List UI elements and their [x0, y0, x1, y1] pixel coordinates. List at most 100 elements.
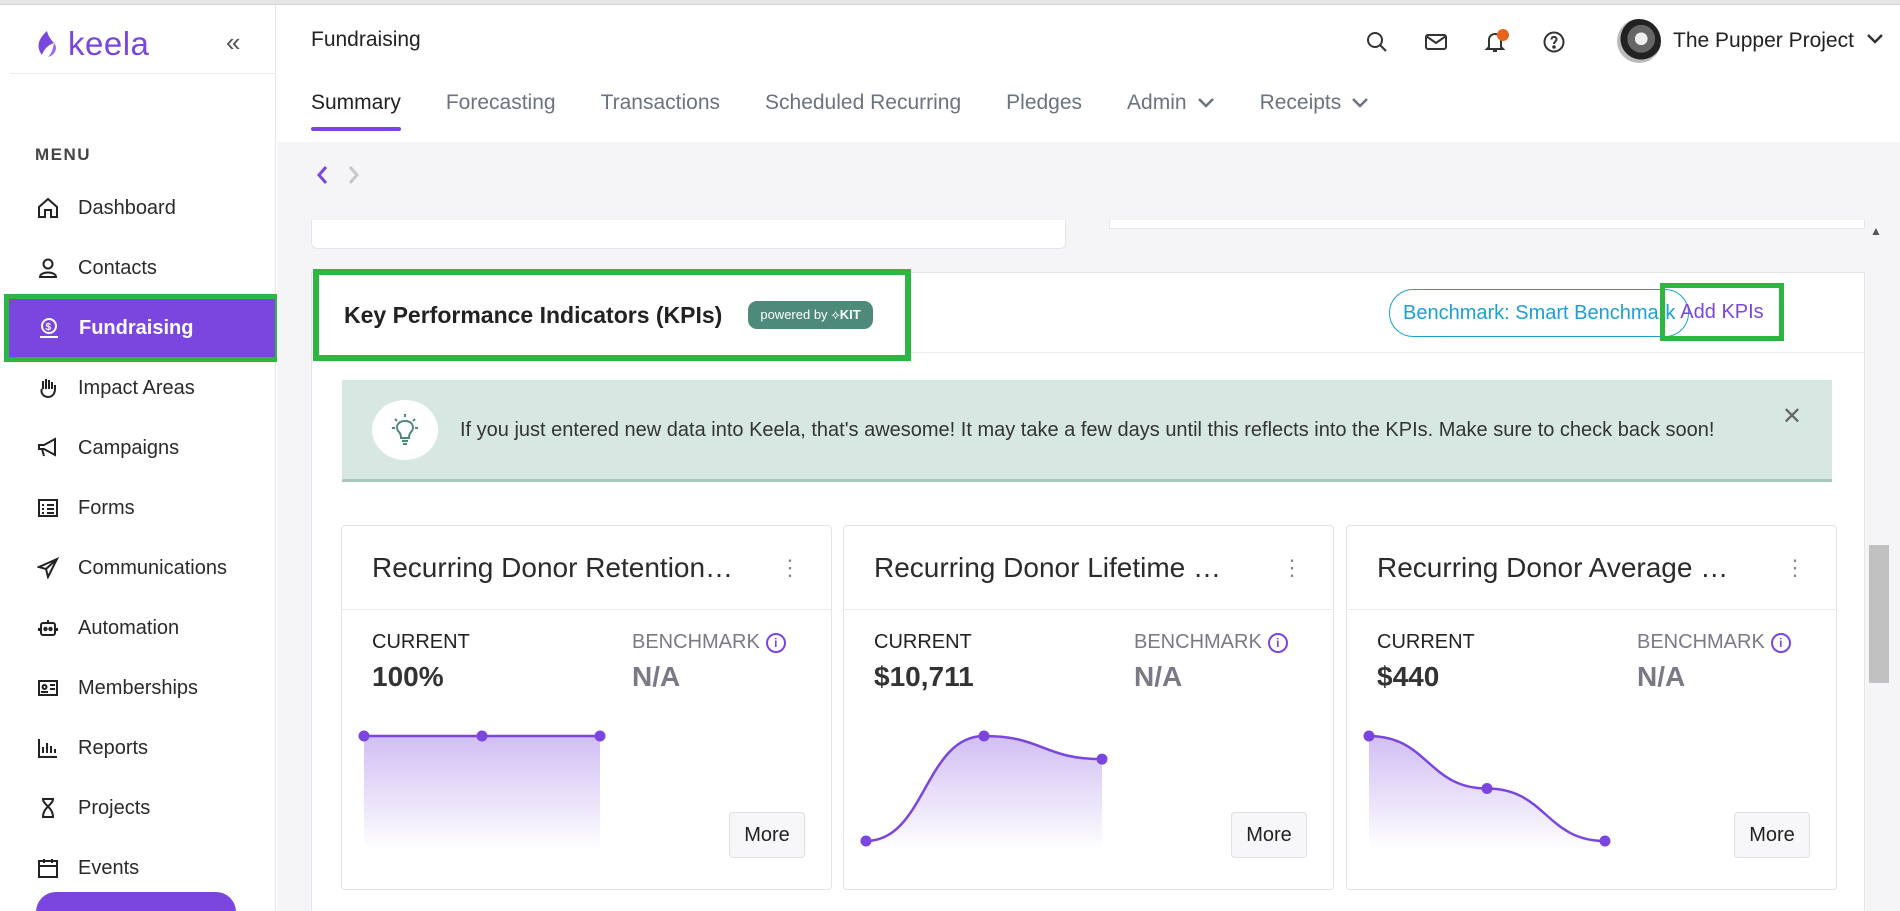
- tab-transactions[interactable]: Transactions: [601, 91, 720, 129]
- sparkline-point: [1096, 753, 1108, 765]
- hand-icon: [36, 376, 60, 400]
- organization-name: The Pupper Project: [1673, 29, 1854, 52]
- tab-pledges[interactable]: Pledges: [1006, 91, 1082, 129]
- info-icon[interactable]: i: [765, 632, 786, 653]
- trend-sparkline: [860, 730, 1108, 851]
- top-header: Fundraising The Pupper Project Summary F…: [277, 5, 1900, 139]
- sidebar: keela « MENU Dashboard Contacts $ Fundra…: [0, 5, 280, 911]
- bar-chart-icon: [36, 736, 60, 760]
- sparkline-area: [364, 736, 600, 851]
- chevron-right-icon[interactable]: [347, 164, 361, 193]
- more-options-icon[interactable]: ⋮: [1784, 555, 1806, 581]
- kpi-panel: Key Performance Indicators (KPIs) powere…: [311, 269, 1865, 911]
- current-label: CURRENT: [372, 631, 470, 653]
- chevron-down-icon: [1866, 32, 1884, 50]
- banner-message: If you just entered new data into Keela,…: [460, 418, 1715, 441]
- kpi-card-title: Recurring Donor Lifetime …: [874, 551, 1222, 583]
- chevron-left-icon[interactable]: [315, 164, 329, 193]
- tab-label: Summary: [311, 91, 401, 114]
- sidebar-item-impact-areas[interactable]: Impact Areas: [6, 356, 279, 420]
- sidebar-item-forms[interactable]: Forms: [6, 476, 279, 540]
- powered-by-kit-badge: powered by ⟡KIT: [748, 301, 873, 329]
- kpi-card-title: Recurring Donor Retention…: [372, 551, 734, 583]
- sidebar-item-contacts[interactable]: Contacts: [6, 236, 279, 300]
- scrollbar-thumb[interactable]: [1869, 545, 1889, 683]
- sidebar-item-campaigns[interactable]: Campaigns: [6, 416, 279, 480]
- home-icon: [36, 196, 60, 220]
- tab-label: Scheduled Recurring: [765, 91, 962, 114]
- sparkline-point: [358, 730, 370, 742]
- robot-icon: [36, 616, 60, 640]
- more-button[interactable]: More: [729, 812, 805, 858]
- benchmark-value: N/A: [1637, 661, 1686, 692]
- tab-summary[interactable]: Summary: [311, 91, 401, 131]
- svg-text:$: $: [46, 322, 52, 333]
- search-icon[interactable]: [1362, 27, 1392, 57]
- benchmark-button[interactable]: Benchmark: Smart Benchmark: [1389, 289, 1690, 337]
- current-label: CURRENT: [1377, 631, 1475, 653]
- form-icon: [36, 496, 60, 520]
- keela-logo-icon: [38, 31, 56, 57]
- sidebar-item-fundraising[interactable]: $ Fundraising: [4, 294, 280, 362]
- tab-scheduled-recurring[interactable]: Scheduled Recurring: [765, 91, 961, 129]
- sidebar-item-label: Projects: [78, 796, 151, 819]
- more-button[interactable]: More: [1734, 812, 1810, 858]
- current-value: $10,711: [874, 661, 974, 692]
- tab-label: Receipts: [1259, 91, 1342, 114]
- benchmark-label-text: BENCHMARK: [1134, 631, 1262, 653]
- sidebar-item-projects[interactable]: Projects: [6, 776, 279, 840]
- calendar-icon: [36, 856, 60, 880]
- tab-forecasting[interactable]: Forecasting: [446, 91, 556, 129]
- sidebar-item-label: Campaigns: [78, 436, 180, 459]
- avatar: [1617, 19, 1661, 63]
- current-value: 100%: [372, 661, 444, 692]
- collapse-sidebar-icon[interactable]: «: [226, 27, 240, 58]
- tab-admin[interactable]: Admin: [1127, 91, 1215, 129]
- kpi-card: Recurring Donor Average … ⋮ CURRENT BENC…: [1346, 525, 1837, 890]
- kpi-title: Key Performance Indicators (KPIs): [344, 301, 723, 328]
- chevron-down-icon: [1197, 98, 1214, 108]
- sidebar-item-label: Fundraising: [79, 316, 194, 339]
- organization-switcher[interactable]: The Pupper Project: [1617, 19, 1884, 63]
- benchmark-value: N/A: [1134, 661, 1183, 692]
- more-options-icon[interactable]: ⋮: [1281, 555, 1303, 581]
- menu-label: MENU: [35, 145, 92, 164]
- info-icon[interactable]: i: [1770, 632, 1791, 653]
- sidebar-item-label: Forms: [78, 496, 135, 519]
- mail-icon[interactable]: [1421, 27, 1451, 57]
- help-icon[interactable]: [1539, 27, 1569, 57]
- kpi-title-highlight: Key Performance Indicators (KPIs) powere…: [313, 269, 911, 361]
- sidebar-action-button[interactable]: [36, 892, 236, 911]
- info-icon[interactable]: i: [1267, 632, 1288, 653]
- sidebar-item-events[interactable]: Events: [6, 836, 279, 900]
- add-kpis-button[interactable]: Add KPIs: [1660, 283, 1784, 341]
- sidebar-item-memberships[interactable]: Memberships: [6, 656, 279, 720]
- dollar-icon: $: [37, 316, 61, 340]
- benchmark-label: BENCHMARK i: [632, 631, 786, 654]
- sidebar-item-label: Reports: [78, 736, 149, 759]
- sidebar-item-label: Dashboard: [78, 196, 176, 219]
- more-options-icon[interactable]: ⋮: [779, 555, 801, 581]
- close-icon[interactable]: ✕: [1782, 402, 1802, 431]
- sidebar-item-communications[interactable]: Communications: [6, 536, 279, 600]
- scroll-up-arrow-icon[interactable]: ▲: [1870, 224, 1882, 238]
- sparkline-point: [1599, 835, 1611, 847]
- sidebar-item-label: Impact Areas: [78, 376, 195, 399]
- sidebar-item-dashboard[interactable]: Dashboard: [6, 176, 279, 240]
- keela-logo[interactable]: keela: [34, 25, 149, 63]
- sparkline-point: [594, 730, 606, 742]
- sidebar-item-automation[interactable]: Automation: [6, 596, 279, 660]
- divider: [10, 73, 276, 74]
- notification-badge: [1497, 29, 1509, 41]
- sparkline-point: [978, 730, 990, 742]
- sidebar-item-label: Automation: [78, 616, 180, 639]
- summary-card-left: [311, 220, 1066, 249]
- trend-sparkline: [358, 730, 606, 851]
- sidebar-item-reports[interactable]: Reports: [6, 716, 279, 780]
- kpi-card-header: Recurring Donor Lifetime … ⋮: [844, 526, 1333, 610]
- more-button[interactable]: More: [1231, 812, 1307, 858]
- tab-receipts[interactable]: Receipts: [1260, 91, 1370, 129]
- notifications-bell-icon[interactable]: [1480, 27, 1510, 57]
- sparkline-point: [476, 730, 488, 742]
- page-title: Fundraising: [311, 28, 421, 51]
